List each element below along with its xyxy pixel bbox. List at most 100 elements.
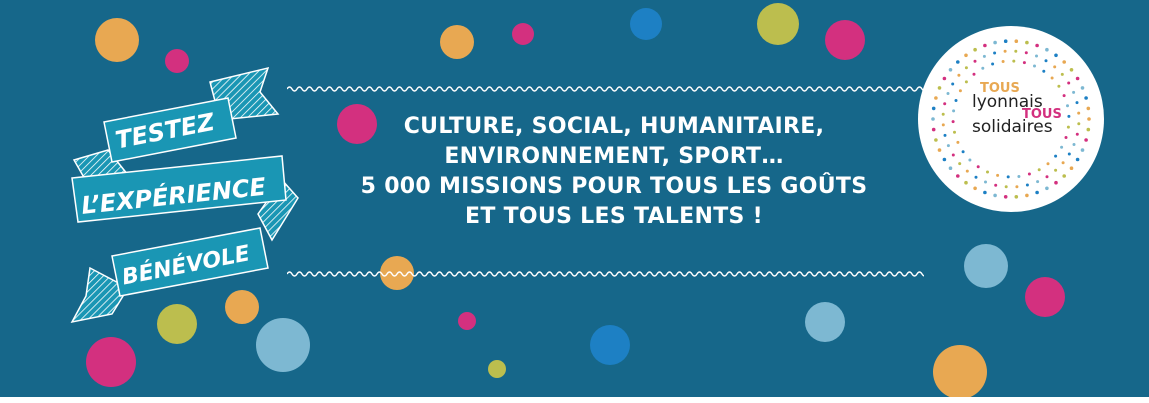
confetti-dot <box>757 3 799 45</box>
logo-dot <box>1075 101 1079 105</box>
logo-dot <box>972 72 976 76</box>
logo-dot <box>1080 148 1085 152</box>
logo-dot <box>1062 94 1066 98</box>
logo-dot <box>1072 143 1076 146</box>
logo-dot <box>965 169 969 173</box>
logo-dot <box>1045 175 1049 179</box>
logo-dot <box>1066 104 1069 108</box>
confetti-dot <box>825 20 865 60</box>
logo-dot <box>1054 53 1058 58</box>
logo-dot <box>934 96 938 100</box>
logo-dot <box>1025 183 1029 187</box>
logo-dot <box>1014 39 1019 43</box>
message-line: ET TOUS LES TALENTS ! <box>465 204 763 229</box>
logo-word-solidaires: solidaires <box>972 117 1053 137</box>
logo-dot <box>1077 111 1081 115</box>
logo-dot <box>953 130 956 134</box>
logo-dot <box>973 47 977 52</box>
logo-dot <box>1046 162 1050 166</box>
message-line: CULTURE, SOCIAL, HUMANITAIRE, <box>403 114 825 139</box>
logo-dot <box>1033 64 1036 68</box>
logo-dot <box>1014 49 1018 53</box>
logo-dot <box>1045 47 1049 52</box>
logo-dot <box>943 133 947 137</box>
logo-dot <box>1003 195 1008 199</box>
logo-dot <box>1001 60 1005 63</box>
logo-dot <box>1067 152 1071 156</box>
logo-dot <box>931 127 936 132</box>
logo-dot <box>946 92 950 95</box>
logo-dot <box>931 106 936 111</box>
logo-dot <box>1062 174 1066 178</box>
logo-dot <box>1086 106 1091 111</box>
logo-dot <box>1024 51 1028 55</box>
logo-dot <box>1087 117 1091 121</box>
logo-dot <box>937 148 942 152</box>
logo-dot <box>1035 190 1039 195</box>
logo-dot <box>983 43 987 48</box>
logo-dot <box>1035 43 1039 48</box>
logo-dot <box>1035 54 1038 58</box>
logo-dot <box>976 165 980 169</box>
confetti-dot <box>630 8 662 40</box>
logo-dot <box>993 51 997 55</box>
logo-dot <box>941 123 945 127</box>
logo-dot <box>1054 180 1058 185</box>
logo-dot <box>943 102 947 106</box>
logo-dot <box>1066 125 1070 129</box>
logo-dot <box>996 173 1000 177</box>
logo-dot <box>986 170 989 174</box>
main-message: CULTURE, SOCIAL, HUMANITAIRE, ENVIRONNEM… <box>300 112 928 232</box>
logo-dot <box>1080 86 1085 90</box>
confetti-dot <box>458 312 476 330</box>
logo-dot <box>1067 114 1071 118</box>
logo-dot <box>1054 154 1058 158</box>
logo-dot <box>1069 68 1074 72</box>
logo-dot <box>1075 132 1079 136</box>
logo-dot <box>1015 185 1019 189</box>
logo-dot <box>1060 72 1064 76</box>
wavy-divider-bottom <box>287 271 924 277</box>
logo-dot <box>956 140 960 144</box>
logo-dot <box>942 157 947 162</box>
logo-dot <box>1004 185 1008 189</box>
logo-dot <box>957 73 961 77</box>
logo-dot <box>1057 84 1061 88</box>
logo-dot <box>1084 138 1088 142</box>
confetti-dot <box>964 244 1008 288</box>
banner: TESTEZ L’EXPÉRIENCE BÉNÉVOLE CULTURE, SO… <box>0 0 1149 403</box>
logo-dot <box>1050 76 1054 80</box>
logo-dot <box>942 76 947 81</box>
logo-dot <box>1061 161 1065 165</box>
bottom-border <box>0 397 1149 403</box>
logo-dot <box>974 175 978 179</box>
message-line: ENVIRONNEMENT, SPORT… <box>444 144 784 169</box>
confetti-dot <box>488 360 506 378</box>
logo-dot <box>951 153 955 157</box>
message-line: 5 000 MISSIONS POUR TOUS LES GOÛTS <box>360 174 868 199</box>
logo-dot <box>946 144 950 148</box>
logo-dot <box>973 59 977 63</box>
logo-dot <box>1003 49 1007 53</box>
logo-dot <box>1054 168 1058 172</box>
logo-dot <box>952 109 956 113</box>
logo-dot <box>931 117 935 121</box>
logo-dot <box>964 53 968 58</box>
logo-dot <box>1075 76 1080 81</box>
logo-dot <box>961 150 965 154</box>
logo-dot <box>1025 193 1029 198</box>
logo-dot <box>1027 172 1031 176</box>
logo-dot <box>1075 157 1080 162</box>
confetti-dot <box>95 18 139 62</box>
logo-dot <box>1036 180 1040 184</box>
logo-dot <box>1003 39 1008 43</box>
logo-dot <box>1037 168 1041 172</box>
logo-dot <box>993 40 997 45</box>
confetti-dot <box>805 302 845 342</box>
logo-dot <box>1017 175 1021 178</box>
logo-dot <box>964 180 968 185</box>
logo-dot <box>956 60 960 64</box>
logo-dot <box>954 99 958 102</box>
logo-dot <box>991 62 995 66</box>
logo-dot <box>1044 59 1048 63</box>
